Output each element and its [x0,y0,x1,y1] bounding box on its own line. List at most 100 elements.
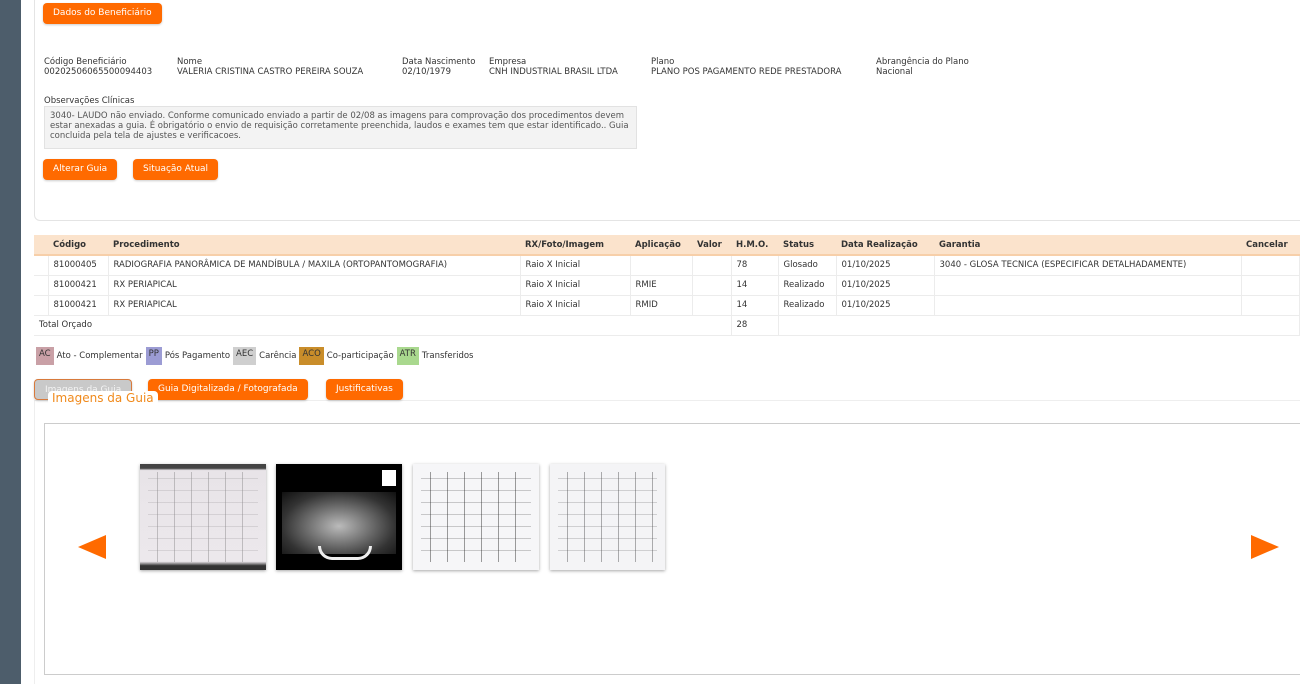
total-row: Total Orçado 28 [34,315,1300,336]
legend-swatch-atr: ATR [396,347,419,365]
total-hmo: 28 [730,315,779,336]
cell-status: Glosado [777,255,837,276]
cell-hmo: 14 [730,275,779,296]
thumbnail-image-4[interactable] [550,464,665,570]
value: 02/10/1979 [402,67,451,77]
legend: AC Ato - Complementar PP Pós Pagamento AEC Ca… [36,347,477,365]
label: Plano [651,57,675,67]
header-codigo: Código [48,235,108,256]
thumbnail-image-3[interactable] [413,464,539,570]
legend-label: Ato - Complementar [56,351,143,361]
dados-beneficiario-button[interactable]: Dados do Beneficiário [43,3,162,24]
legend-label: Pós Pagamento [164,351,231,361]
cell-status: Realizado [777,295,837,316]
arrow-left-icon[interactable] [78,535,106,559]
field-empresa: Empresa CNH INDUSTRIAL BRASIL LTDA [489,57,618,77]
field-nome: Nome VALERIA CRISTINA CASTRO PEREIRA SOUZ… [177,57,363,77]
thumbnail-image-2[interactable] [276,464,402,570]
table-row: 81000421 RX PERIAPICAL Raio X Inicial RMID 1… [34,295,1300,316]
total-label: Total Orçado [34,315,732,336]
cell-data: 01/10/2025 [835,275,935,296]
cell-blank [34,255,49,276]
cell-rx: Raio X Inicial [519,255,631,276]
tab-justificativas[interactable]: Justificativas [326,379,403,400]
table-header: Código Procedimento RX/Foto/Imagem Aplic… [34,235,1300,256]
situacao-atual-button[interactable]: Situação Atual [133,159,219,180]
procedures-table: Código Procedimento RX/Foto/Imagem Aplic… [34,235,1300,336]
cell-rx: Raio X Inicial [519,275,631,296]
legend-swatch-ac: AC [36,347,54,365]
thumbnail-image-1[interactable] [140,464,266,570]
document-scan [558,472,657,562]
cell-valor [691,295,732,316]
observacoes-label: Observações Clínicas [44,96,135,106]
cell-data: 01/10/2025 [835,255,935,276]
legend-label: Transferidos [421,351,474,361]
label: Nome [177,57,203,67]
label: Data Nascimento [402,57,476,67]
logo-mark [382,470,396,486]
cell-aplicacao: RMID [629,295,693,316]
cell-aplicacao: RMIE [629,275,693,296]
label: Empresa [489,57,527,67]
value: CNH INDUSTRIAL BRASIL LTDA [489,67,618,77]
header-blank [34,235,48,256]
observacoes-textarea[interactable]: 3040- LAUDO não enviado. Conforme comuni… [44,106,637,149]
total-rest [777,315,1300,336]
cell-codigo: 81000421 [47,275,109,296]
cell-blank [34,275,49,296]
field-plano: Plano PLANO POS PAGAMENTO REDE PRESTADORA [651,57,841,77]
table-row: 81000421 RX PERIAPICAL Raio X Inicial RMIE 1… [34,275,1300,296]
cell-cancelar[interactable] [1240,275,1300,296]
cell-garantia: 3040 - GLOSA TECNICA (ESPECIFICAR DETALH… [933,255,1242,276]
cell-cancelar[interactable] [1240,255,1300,276]
cell-garantia [933,295,1242,316]
value: PLANO POS PAGAMENTO REDE PRESTADORA [651,67,842,77]
header-data: Data Realização [836,235,934,256]
document-scan [421,472,531,562]
cell-valor [691,275,732,296]
sidebar [0,0,21,684]
cell-procedimento: RX PERIAPICAL [107,275,521,296]
cell-procedimento: RX PERIAPICAL [107,295,521,316]
header-garantia: Garantia [934,235,1241,256]
arrow-right-icon[interactable] [1251,535,1279,559]
cell-valor [691,255,732,276]
cell-garantia [933,275,1242,296]
header-valor: Valor [692,235,731,256]
value: 00202506065500094403 [44,67,153,77]
cell-blank [34,295,49,316]
field-abrangencia: Abrangência do Plano Nacional [876,57,969,77]
value: VALERIA CRISTINA CASTRO PEREIRA SOUZA [177,67,364,77]
legend-label: Carência [259,351,297,361]
field-nascimento: Data Nascimento 02/10/1979 [402,57,475,77]
cell-hmo: 78 [730,255,779,276]
field-codigo: Código Beneficiário 00202506065500094403 [44,57,152,77]
header-status: Status [778,235,836,256]
panoramic-xray [282,492,396,560]
legend-swatch-aco: ACO [299,347,324,365]
tab-guia-digitalizada[interactable]: Guia Digitalizada / Fotografada [148,379,308,400]
cell-codigo: 81000421 [47,295,109,316]
header-hmo: H.M.O. [731,235,778,256]
value: Nacional [876,67,913,77]
label: Abrangência do Plano [876,57,969,67]
cell-rx: Raio X Inicial [519,295,631,316]
cell-codigo: 81000405 [47,255,109,276]
table-row: 81000405 RADIOGRAFIA PANORÂMICA DE MANDÍB… [34,255,1300,276]
header-rx: RX/Foto/Imagem [520,235,630,256]
legend-label: Co-participação [326,351,394,361]
header-aplicacao: Aplicação [630,235,692,256]
cell-data: 01/10/2025 [835,295,935,316]
cell-cancelar[interactable] [1240,295,1300,316]
cell-procedimento: RADIOGRAFIA PANORÂMICA DE MANDÍBULA / MA… [107,255,521,276]
legend-swatch-aec: AEC [233,347,257,365]
gallery-title: Imagens da Guia [48,391,158,405]
legend-swatch-pp: PP [145,347,162,365]
cell-aplicacao [629,255,693,276]
cell-status: Realizado [777,275,837,296]
alterar-guia-button[interactable]: Alterar Guia [43,159,118,180]
label: Código Beneficiário [44,57,127,67]
header-cancelar: Cancelar [1241,235,1300,256]
header-procedimento: Procedimento [108,235,520,256]
